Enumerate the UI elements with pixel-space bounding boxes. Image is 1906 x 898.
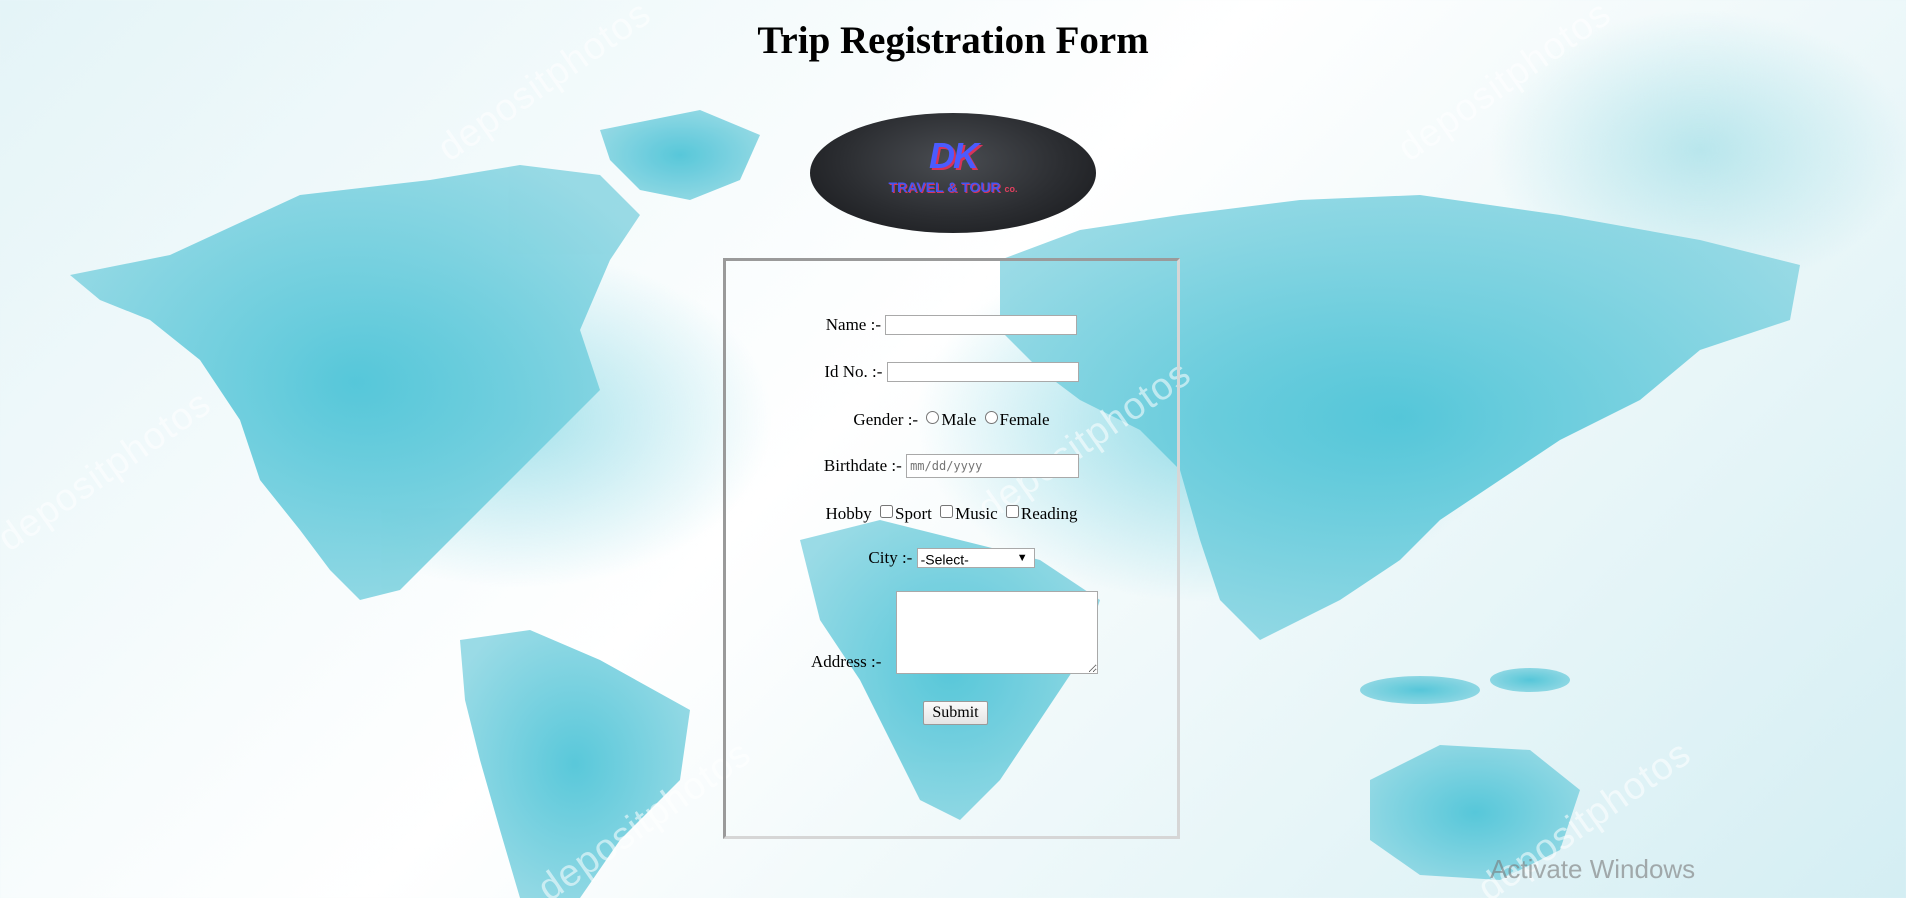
registration-form: Name :- Id No. :- Gender :- Male Female … (723, 258, 1180, 839)
hobby-music-checkbox[interactable] (940, 504, 954, 518)
gender-row: Gender :- Male Female (726, 406, 1177, 433)
hobby-music-label: Music (955, 504, 998, 524)
name-label: Name :- (825, 315, 881, 335)
hobby-sport-checkbox[interactable] (880, 504, 894, 518)
id-input[interactable] (886, 362, 1079, 383)
id-row: Id No. :- (726, 358, 1177, 385)
islands-shape (1490, 668, 1570, 692)
gender-male-label: Male (941, 410, 977, 430)
logo-suffix: co. (1004, 184, 1018, 194)
gender-label: Gender :- (853, 410, 919, 430)
address-textarea[interactable] (896, 591, 1098, 674)
hobby-reading-label: Reading (1020, 504, 1078, 524)
logo-mark: DK (929, 135, 979, 176)
city-label: City :- (868, 548, 913, 568)
city-selected-value: -Select- (920, 551, 969, 568)
gender-female-radio[interactable] (984, 410, 998, 424)
id-label: Id No. :- (824, 362, 883, 382)
address-label: Address :- (811, 652, 882, 671)
submit-button[interactable]: Submit (923, 701, 988, 725)
company-logo: DK TRAVEL & TOUR co. (810, 113, 1096, 233)
islands-shape (1360, 676, 1480, 704)
activate-windows-notice: Activate Windows (1490, 854, 1696, 884)
birthdate-label: Birthdate :- (823, 456, 902, 476)
birthdate-row: Birthdate :- (726, 452, 1177, 479)
city-row: City :- -Select- ▼ (726, 544, 1177, 571)
hobby-sport-label: Sport (895, 504, 932, 524)
logo-subtitle-text: TRAVEL & TOUR (888, 179, 1001, 195)
page-title: Trip Registration Form (757, 19, 1149, 62)
greenland-shape (600, 110, 760, 200)
city-select[interactable]: -Select- ▼ (916, 548, 1035, 569)
birthdate-input[interactable] (906, 454, 1080, 479)
north-america-shape (70, 165, 640, 600)
gender-female-label: Female (999, 410, 1050, 430)
gender-male-radio[interactable] (926, 410, 940, 424)
name-row: Name :- (726, 311, 1177, 338)
logo-subtitle: TRAVEL & TOUR co. (810, 179, 1096, 195)
dropdown-arrow-icon: ▼ (1016, 552, 1028, 565)
hobby-reading-checkbox[interactable] (1005, 504, 1019, 518)
hobby-label: Hobby (825, 504, 872, 524)
hobby-row: Hobby Sport Music Reading (726, 500, 1177, 527)
name-input[interactable] (885, 315, 1078, 336)
